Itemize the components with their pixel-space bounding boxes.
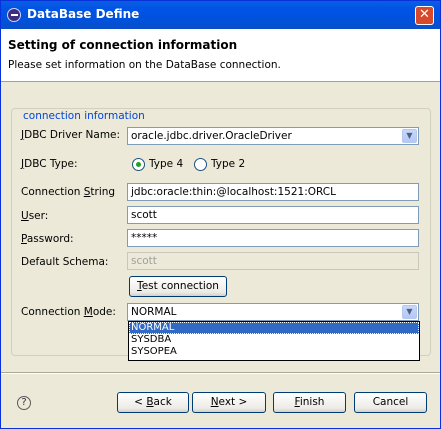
finish-button[interactable]: Finish <box>273 392 346 413</box>
user-input[interactable]: scott <box>127 206 419 224</box>
user-label: User: <box>21 210 49 222</box>
page-description: Please set information on the DataBase c… <box>8 59 281 71</box>
default-schema-value: scott <box>131 255 157 267</box>
back-button[interactable]: < Back <box>117 392 189 413</box>
type4-label[interactable]: Type 4 <box>149 158 183 170</box>
footer-separator <box>1 372 440 374</box>
user-value: scott <box>131 209 157 221</box>
type2-label[interactable]: Type 2 <box>211 158 245 170</box>
help-icon[interactable]: ? <box>17 396 31 410</box>
driver-name-combo[interactable]: oracle.jdbc.driver.OracleDriver ▼ <box>127 127 419 145</box>
driver-name-label: JDBC Driver Name: <box>21 129 121 141</box>
mode-option-sysopea[interactable]: SYSOPEA <box>129 346 419 358</box>
window-title: DataBase Define <box>27 7 140 21</box>
next-button[interactable]: Next > <box>192 392 266 413</box>
connection-mode-combo[interactable]: NORMAL ▼ <box>127 303 419 321</box>
connection-string-label: Connection String <box>21 186 116 198</box>
group-label: connection information <box>21 110 147 122</box>
connection-mode-dropdown: NORMAL SYSDBA SYSOPEA <box>128 321 420 361</box>
password-input[interactable]: ***** <box>127 229 419 247</box>
password-value: ***** <box>131 232 158 244</box>
eclipse-icon <box>7 8 21 22</box>
default-schema-label: Default Schema: <box>21 256 109 268</box>
connection-string-input[interactable]: jdbc:oracle:thin:@localhost:1521:ORCL <box>127 183 419 201</box>
page-title: Setting of connection information <box>8 38 238 52</box>
default-schema-input: scott <box>127 252 419 270</box>
type2-radio[interactable] <box>194 158 207 171</box>
chevron-down-icon[interactable]: ▼ <box>402 129 417 143</box>
chevron-down-icon[interactable]: ▼ <box>402 305 417 319</box>
cancel-button[interactable]: Cancel <box>354 392 427 413</box>
mode-option-sysdba[interactable]: SYSDBA <box>129 334 419 346</box>
connection-string-value: jdbc:oracle:thin:@localhost:1521:ORCL <box>131 186 336 198</box>
connection-mode-value: NORMAL <box>131 306 177 318</box>
type4-radio[interactable] <box>132 158 145 171</box>
connection-mode-label: Connection Mode: <box>21 306 116 318</box>
driver-name-value: oracle.jdbc.driver.OracleDriver <box>131 130 292 142</box>
jdbc-type-label: JDBC Type: <box>21 158 78 170</box>
wizard-header: Setting of connection information Please… <box>1 29 440 82</box>
password-label: Password: <box>21 233 74 245</box>
mode-option-normal[interactable]: NORMAL <box>129 322 419 334</box>
test-connection-button[interactable]: Test connection <box>129 276 227 297</box>
close-button[interactable]: ✕ <box>415 6 434 25</box>
title-bar[interactable]: DataBase Define ✕ <box>1 1 440 29</box>
dialog-window: DataBase Define ✕ Setting of connection … <box>0 0 441 429</box>
